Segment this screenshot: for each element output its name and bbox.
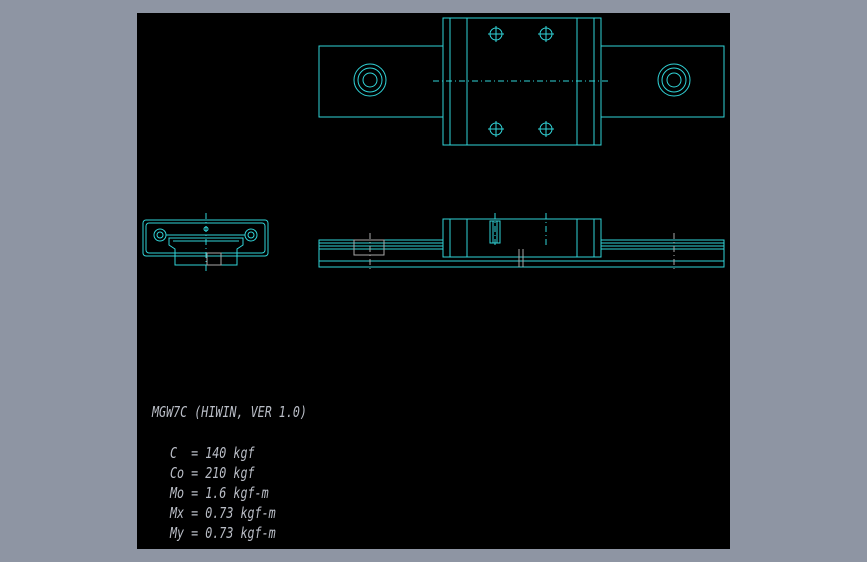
top-view: [318, 17, 725, 146]
spec-line-co: Co = 210 kgf: [170, 464, 255, 482]
rail-hole-right: [657, 63, 691, 97]
end-view-screw-left: [153, 228, 167, 242]
drawing-canvas: MGW7C (HIWIN, VER 1.0) C = 140 kgf Co = …: [137, 13, 730, 549]
spec-line-my: My = 0.73 kgf-m: [170, 524, 276, 542]
part-title: MGW7C (HIWIN, VER 1.0): [152, 403, 307, 421]
rail-hole-left: [353, 63, 387, 97]
spec-line-mo: Mo = 1.6 kgf-m: [170, 484, 269, 502]
end-view-screw-right: [244, 228, 258, 242]
spec-line-c: C = 140 kgf: [170, 444, 255, 462]
end-view: [142, 213, 269, 273]
spec-line-mx: Mx = 0.73 kgf-m: [170, 504, 276, 522]
side-view: [318, 213, 725, 271]
